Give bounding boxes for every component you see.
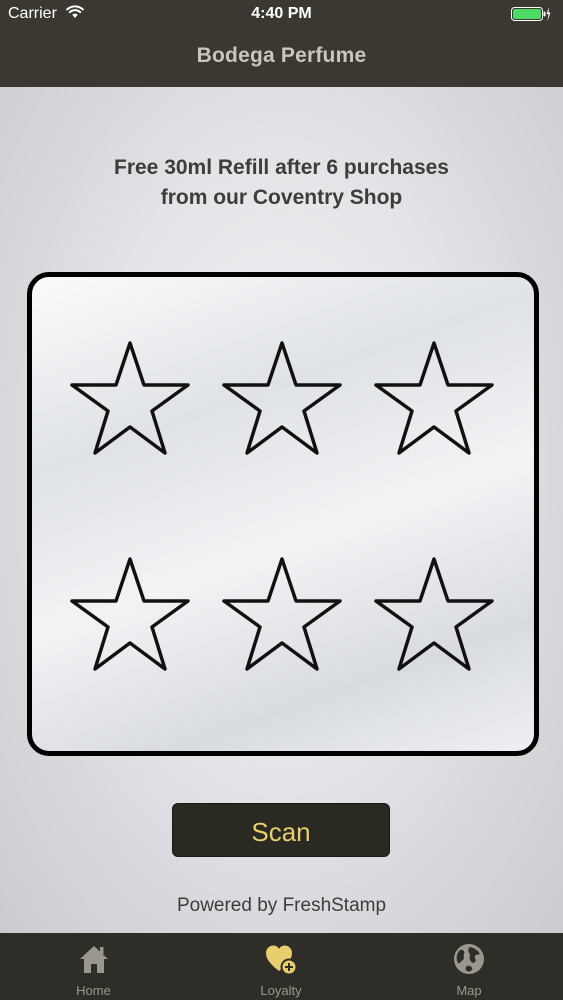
- stamp-card: [27, 272, 539, 756]
- page-title: Bodega Perfume: [196, 44, 367, 67]
- star-outline-icon: [222, 341, 342, 455]
- loyalty-content: Free 30ml Refill after 6 purchases from …: [0, 87, 563, 933]
- tab-home-label: Home: [76, 983, 111, 998]
- battery-charging-icon: [511, 7, 551, 21]
- promo-text: Free 30ml Refill after 6 purchases from …: [40, 153, 523, 213]
- header: Carrier 4:40 PM Bodega Perfume: [0, 0, 563, 87]
- star-outline-icon: [70, 341, 190, 455]
- status-bar: Carrier 4:40 PM: [0, 0, 563, 30]
- star-outline-icon: [222, 557, 342, 671]
- tab-loyalty-label: Loyalty: [260, 983, 302, 998]
- promo-line-1: Free 30ml Refill after 6 purchases: [114, 156, 449, 179]
- home-icon: [79, 946, 108, 973]
- scan-button[interactable]: Scan: [172, 803, 390, 857]
- powered-by-text: Powered by FreshStamp: [176, 895, 387, 916]
- tab-map[interactable]: Map: [375, 933, 563, 1000]
- star-outline-icon: [374, 341, 494, 455]
- star-outline-icon: [70, 557, 190, 671]
- globe-icon: [454, 944, 484, 974]
- tab-home[interactable]: Home: [0, 933, 187, 1000]
- promo-line-2: from our Coventry Shop: [160, 186, 403, 209]
- heart-plus-icon: [266, 945, 298, 976]
- star-outline-icon: [374, 557, 494, 671]
- status-time: 4:40 PM: [251, 5, 312, 22]
- tab-bar: Home Loyalty Map: [0, 933, 563, 1000]
- tab-loyalty[interactable]: Loyalty: [187, 933, 375, 1000]
- tab-map-label: Map: [456, 983, 482, 998]
